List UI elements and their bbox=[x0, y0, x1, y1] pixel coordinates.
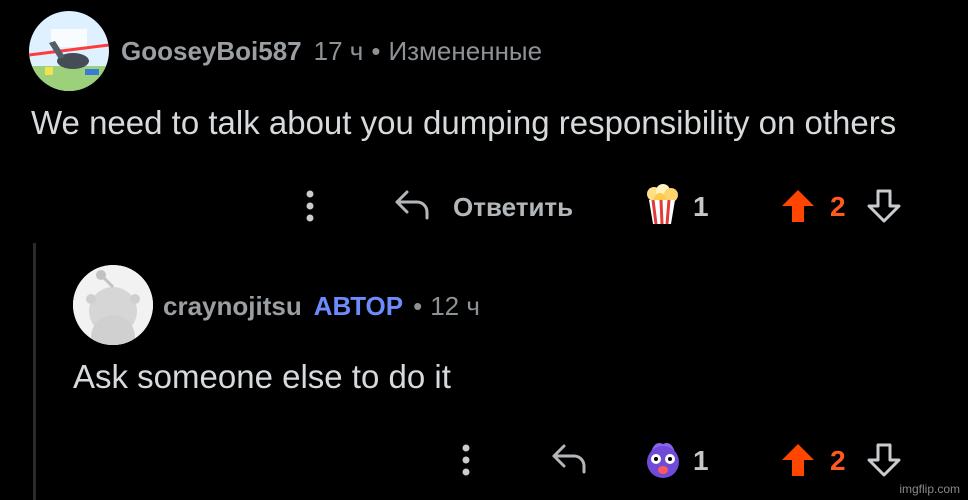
comment-text: We need to talk about you dumping respon… bbox=[31, 104, 897, 141]
upvote-icon[interactable] bbox=[780, 442, 816, 478]
reply-icon[interactable] bbox=[550, 442, 588, 476]
popcorn-award-icon[interactable] bbox=[643, 184, 681, 226]
timestamp: 12 ч bbox=[430, 290, 480, 321]
upvote-icon[interactable] bbox=[780, 188, 816, 224]
comment-thread: GooseyBoi587 17 ч • Измененные We need t… bbox=[0, 0, 968, 500]
reply-icon[interactable] bbox=[393, 188, 431, 222]
comment-actions: Ответить 1 2 bbox=[0, 184, 968, 228]
award-count: 1 bbox=[693, 445, 709, 476]
edited-label: Измененные bbox=[388, 35, 543, 66]
downvote-icon[interactable] bbox=[866, 188, 902, 224]
comment-actions: 1 2 bbox=[0, 438, 968, 482]
award-count: 1 bbox=[693, 191, 709, 222]
username[interactable]: craynojitsu bbox=[163, 291, 302, 322]
downvote-icon[interactable] bbox=[866, 442, 902, 478]
reply-button[interactable]: Ответить bbox=[453, 192, 573, 223]
vote-count: 2 bbox=[830, 191, 846, 222]
username[interactable]: GooseyBoi587 bbox=[121, 36, 302, 67]
more-options-icon[interactable] bbox=[302, 188, 318, 224]
comment-header: GooseyBoi587 17 ч • Измененные bbox=[121, 33, 542, 69]
op-badge: АВТОР bbox=[313, 290, 404, 321]
shocked-face-award-icon[interactable] bbox=[643, 438, 683, 480]
comment-header: craynojitsu АВТОР • 12 ч bbox=[163, 288, 480, 324]
user-avatar[interactable] bbox=[29, 11, 109, 91]
user-avatar[interactable] bbox=[73, 265, 153, 345]
watermark: imgflip.com bbox=[899, 482, 960, 496]
separator-dot: • bbox=[371, 35, 381, 66]
more-options-icon[interactable] bbox=[458, 442, 474, 478]
timestamp: 17 ч bbox=[313, 35, 364, 66]
separator-dot: • bbox=[413, 290, 423, 321]
comment-text: Ask someone else to do it bbox=[73, 358, 451, 395]
vote-count: 2 bbox=[830, 445, 846, 476]
